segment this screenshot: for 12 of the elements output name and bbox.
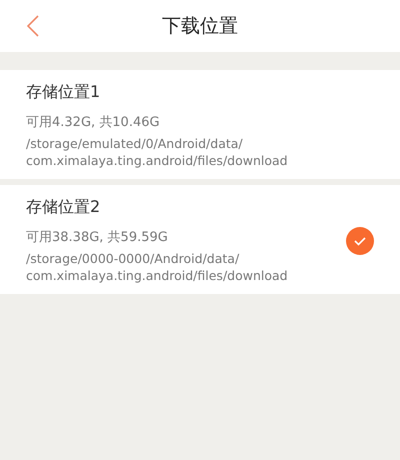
path-text: /storage/0000-0000/Android/data/: [26, 250, 240, 267]
path-text: com.ximalaya.ting.android/files/download: [26, 152, 289, 169]
page-title: 下载位置: [162, 14, 238, 39]
back-icon[interactable]: [26, 14, 40, 38]
path-text: /storage/emulated/0/Android/data/: [26, 135, 244, 152]
storage-location-item[interactable]: 存储位置2 可用38.38G, 共59.59G /storage/0000-0000/Android/data/ com.ximalaya.ting.android/files/download: [0, 185, 400, 294]
path-text: com.ximalaya.ting.android/files/download: [26, 267, 289, 284]
capacity-text: 可用38.38G, 共59.59G: [26, 229, 169, 246]
location-name: 存储位置1: [26, 82, 102, 103]
capacity-text: 可用4.32G, 共10.46G: [26, 114, 161, 131]
storage-location-item[interactable]: 存储位置1 可用4.32G, 共10.46G /storage/emulated/0/Android/data/ com.ximalaya.ting.android/files/download: [0, 70, 400, 179]
location-name: 存储位置2: [26, 197, 102, 218]
